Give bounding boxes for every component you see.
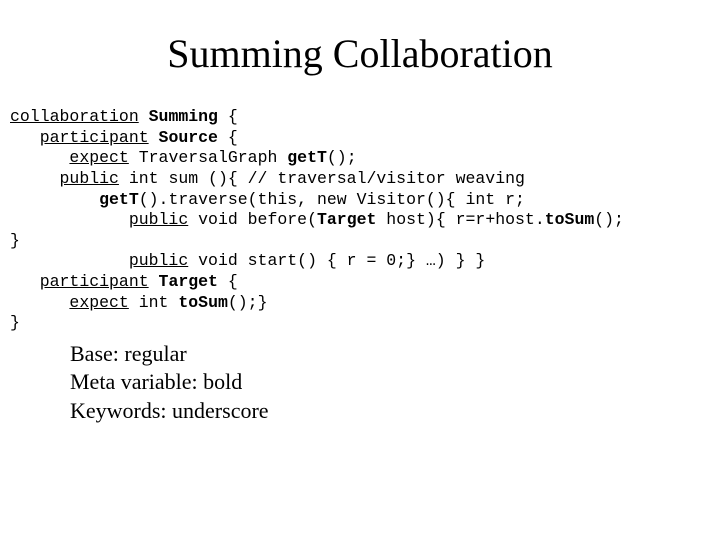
legend: Base: regular Meta variable: bold Keywor… <box>70 340 710 426</box>
meta-variable: Target <box>317 210 376 229</box>
meta-variable: getT <box>99 190 139 209</box>
keyword: public <box>60 169 119 188</box>
keyword: public <box>129 251 188 270</box>
meta-variable: getT <box>287 148 327 167</box>
keyword: collaboration <box>10 107 139 126</box>
meta-variable: Target <box>159 272 218 291</box>
legend-meta: Meta variable: bold <box>70 368 710 397</box>
meta-variable: Summing <box>149 107 218 126</box>
slide: Summing Collaboration collaboration Summ… <box>0 0 720 540</box>
code-block: collaboration Summing { participant Sour… <box>10 107 710 334</box>
slide-title: Summing Collaboration <box>10 30 710 77</box>
keyword: public <box>129 210 188 229</box>
meta-variable: toSum <box>178 293 228 312</box>
keyword: participant <box>40 272 149 291</box>
keyword: expect <box>69 148 128 167</box>
keyword: participant <box>40 128 149 147</box>
keyword: expect <box>69 293 128 312</box>
meta-variable: Source <box>159 128 218 147</box>
legend-keywords: Keywords: underscore <box>70 397 710 426</box>
legend-base: Base: regular <box>70 340 710 369</box>
meta-variable: toSum <box>545 210 595 229</box>
